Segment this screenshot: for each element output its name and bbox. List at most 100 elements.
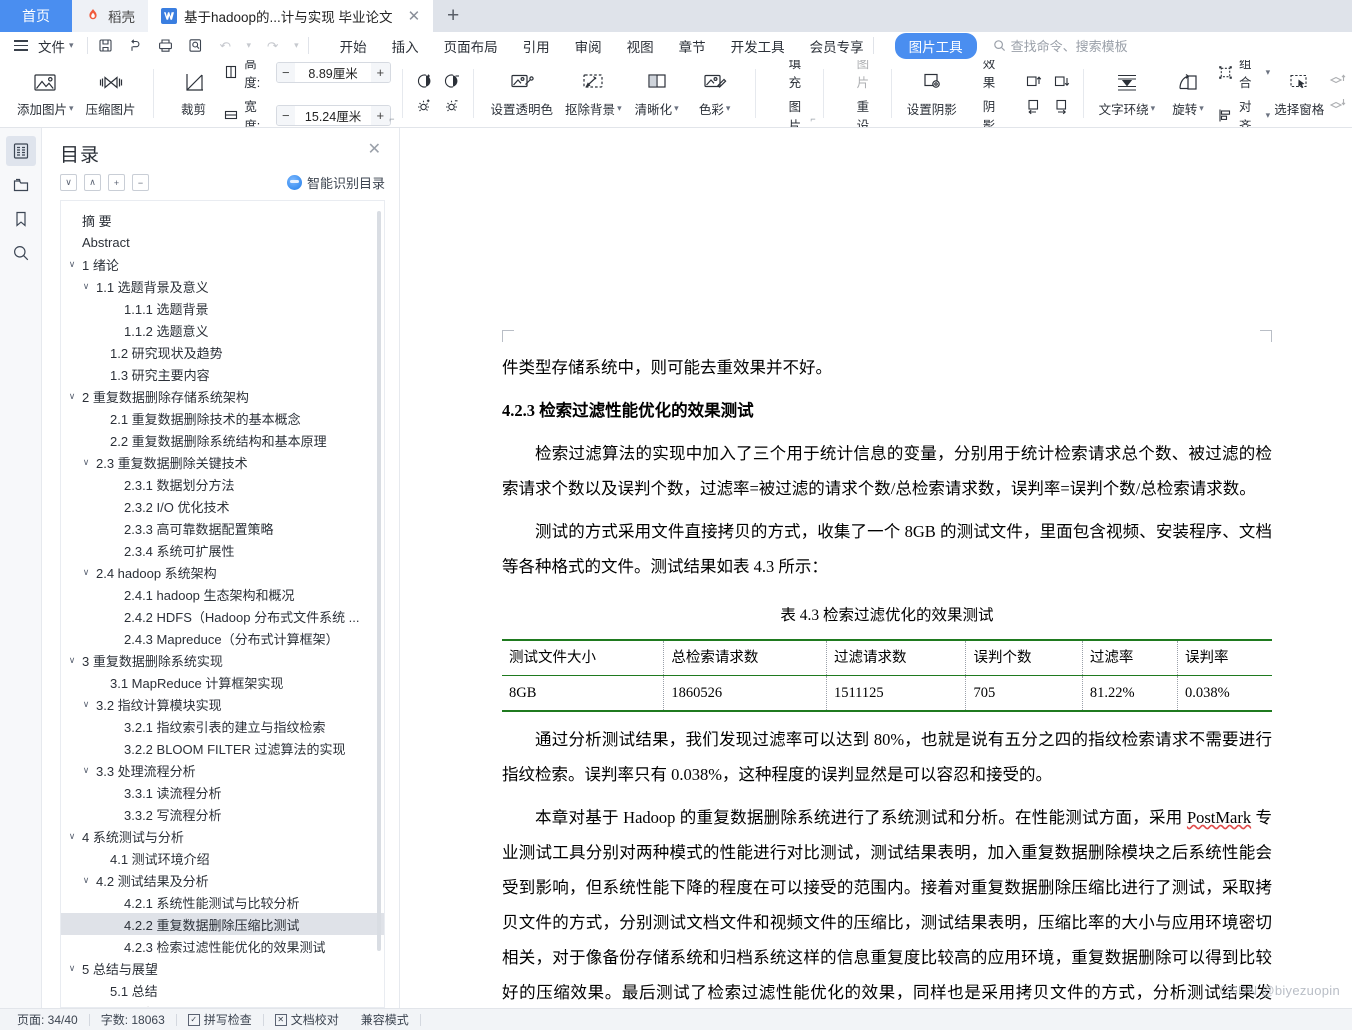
chevron-down-icon[interactable]: ∨ — [79, 457, 93, 468]
picture-outline-button[interactable]: 图片轮廓 ▾ — [767, 96, 812, 127]
height-stepper[interactable]: − 8.89厘米 + — [275, 61, 391, 83]
toc-item[interactable]: 摘 要 — [61, 209, 384, 231]
ribbon-tab-picture-tools[interactable]: 图片工具 — [894, 32, 977, 59]
expand-all-icon[interactable]: + — [108, 174, 125, 191]
print-preview-icon[interactable] — [187, 37, 204, 54]
reset-picture-button[interactable]: 重设图片 ▾ — [835, 96, 880, 127]
bring-forward-icon[interactable] — [1328, 73, 1347, 91]
close-icon[interactable]: ✕ — [364, 140, 385, 160]
toc-item[interactable]: 2.2 重复数据删除系统结构和基本原理 — [61, 429, 384, 451]
send-backward-icon[interactable] — [1328, 96, 1347, 114]
print-icon[interactable] — [157, 37, 174, 54]
tab-home[interactable]: 首页 — [0, 0, 72, 32]
text-wrap-button[interactable]: 文字环绕 ▾ — [1095, 63, 1159, 125]
expand-down-icon[interactable]: ∨ — [60, 174, 77, 191]
document-area[interactable]: 件类型存储系统中，则可能去重效果并不好。 4.2.3 检索过滤性能优化的效果测试… — [400, 128, 1352, 1008]
compatibility-mode[interactable]: 兼容模式 — [350, 1011, 420, 1028]
toc-item[interactable]: 3.3.1 读流程分析 — [61, 781, 384, 803]
toc-item[interactable]: 1.1.1 选题背景 — [61, 297, 384, 319]
ribbon-tab-insert[interactable]: 插入 — [392, 36, 419, 56]
chevron-down-icon[interactable]: ∨ — [65, 963, 79, 974]
chevron-down-icon[interactable]: ∨ — [65, 391, 79, 402]
rotate-object-button[interactable]: 旋转 ▾ — [1159, 63, 1217, 125]
ribbon-tab-review[interactable]: 审阅 — [575, 36, 602, 56]
toc-item[interactable]: 1.3 研究主要内容 — [61, 363, 384, 385]
toc-item[interactable]: 4.1 测试环境介绍 — [61, 847, 384, 869]
width-stepper[interactable]: − 15.24厘米 + — [275, 104, 391, 126]
spellcheck-toggle[interactable]: ✓ 拼写检查 — [177, 1011, 263, 1028]
toc-item[interactable]: ∨ 4.2 测试结果及分析 — [61, 869, 384, 891]
toc-item[interactable]: ∨ 3.3 处理流程分析 — [61, 759, 384, 781]
undo-icon[interactable] — [217, 37, 234, 54]
toc-item[interactable]: 2.4.2 HDFS（Hadoop 分布式文件系统 ... — [61, 605, 384, 627]
toc-item[interactable]: 2.3.2 I/O 优化技术 — [61, 495, 384, 517]
toc-list[interactable]: 摘 要 Abstract ∨ 1 绪论 ∨ 1.1 选题背景及意义 1.1.1 选题背景 1.… — [60, 200, 385, 1008]
toc-item[interactable]: Abstract — [61, 231, 384, 253]
brightness-decrease-icon[interactable] — [442, 96, 462, 116]
toc-item[interactable]: 2.3.1 数据划分方法 — [61, 473, 384, 495]
collapse-all-icon[interactable]: − — [132, 174, 149, 191]
toc-item[interactable]: 4.2.3 检索过滤性能优化的效果测试 — [61, 935, 384, 957]
picture-fill-button[interactable]: 图片填充 ▾ — [767, 60, 812, 91]
toc-item[interactable]: 2.4.1 hadoop 生态架构和概况 — [61, 583, 384, 605]
width-decrement-button[interactable]: − — [276, 105, 296, 125]
toc-item[interactable]: 2.1 重复数据删除技术的基本概念 — [61, 407, 384, 429]
command-search[interactable]: 查找命令、搜索模板 — [993, 36, 1128, 55]
proofread-toggle[interactable]: ✕ 文档校对 — [264, 1011, 350, 1028]
toc-item[interactable]: ∨ 3.2 指纹计算模块实现 — [61, 693, 384, 715]
shadow-nudge-down-icon[interactable] — [1052, 71, 1072, 91]
toc-item[interactable]: 3.2.1 指纹索引表的建立与指纹检索 — [61, 715, 384, 737]
chevron-down-icon[interactable]: ∨ — [65, 655, 79, 666]
ribbon-tab-references[interactable]: 引用 — [523, 36, 550, 56]
shadow-nudge-up-icon[interactable] — [1024, 71, 1044, 91]
toc-item[interactable]: ∨ 3 重复数据删除系统实现 — [61, 649, 384, 671]
chevron-down-icon[interactable]: ∨ — [79, 765, 93, 776]
height-value[interactable]: 8.89厘米 — [295, 63, 371, 82]
toc-item[interactable]: 3.1 MapReduce 计算框架实现 — [61, 671, 384, 693]
toc-item[interactable]: 3.2.2 BLOOM FILTER 过滤算法的实现 — [61, 737, 384, 759]
redo-icon[interactable] — [264, 37, 281, 54]
ribbon-tab-view[interactable]: 视图 — [627, 36, 654, 56]
color-button[interactable]: 色彩 ▾ — [686, 63, 744, 125]
close-icon[interactable]: ✕ — [408, 9, 421, 24]
toc-item[interactable]: ∨ 2.3 重复数据删除关键技术 — [61, 451, 384, 473]
file-menu-button[interactable]: 文件 ▾ — [10, 34, 78, 58]
spellcheck-word[interactable]: PostMark — [1187, 808, 1251, 827]
chevron-down-icon[interactable]: ∨ — [65, 831, 79, 842]
rotate-icon[interactable] — [127, 37, 144, 54]
collapse-up-icon[interactable]: ∧ — [84, 174, 101, 191]
group-button[interactable]: 组合 ▾ — [1217, 60, 1270, 91]
ribbon-tab-page-layout[interactable]: 页面布局 — [444, 36, 498, 56]
sharpen-button[interactable]: 清晰化 ▾ — [628, 63, 686, 125]
toc-item[interactable]: 1.1.2 选题意义 — [61, 319, 384, 341]
toc-item[interactable]: 2.3.4 系统可扩展性 — [61, 539, 384, 561]
shadow-nudge-left-icon[interactable] — [1024, 96, 1044, 116]
ribbon-tab-start[interactable]: 开始 — [340, 36, 367, 56]
width-increment-button[interactable]: + — [371, 105, 390, 125]
tab-dochub[interactable]: 稻壳 — [72, 0, 148, 32]
toc-item[interactable]: ∨ 4 系统测试与分析 — [61, 825, 384, 847]
rail-folder-button[interactable] — [6, 170, 36, 200]
toc-item[interactable]: 4.2.1 系统性能测试与比较分析 — [61, 891, 384, 913]
new-tab-button[interactable]: + — [433, 0, 473, 32]
toc-item[interactable]: 5.1 总结 — [61, 979, 384, 1001]
replace-picture-button[interactable]: 替换图片 — [835, 60, 880, 91]
word-count[interactable]: 字数: 18063 — [90, 1011, 176, 1028]
toc-item[interactable]: 2.4.3 Mapreduce（分布式计算框架） — [61, 627, 384, 649]
remove-background-button[interactable]: 抠除背景 ▾ — [559, 63, 628, 125]
height-increment-button[interactable]: + — [371, 62, 390, 82]
add-picture-button[interactable]: 添加图片 ▾ — [11, 63, 80, 125]
rail-bookmark-button[interactable] — [6, 204, 36, 234]
crop-button[interactable]: 裁剪 — [165, 63, 223, 125]
toc-scrollbar[interactable] — [377, 211, 381, 951]
rail-search-button[interactable] — [6, 238, 36, 268]
fill-outline-group-expander-icon[interactable]: ⌐ — [810, 114, 815, 124]
toc-item[interactable]: 1.2 研究现状及趋势 — [61, 341, 384, 363]
brightness-increase-icon[interactable] — [414, 96, 434, 116]
chevron-down-icon[interactable]: ∨ — [79, 567, 93, 578]
toc-item[interactable]: 3.3.2 写流程分析 — [61, 803, 384, 825]
chevron-down-icon[interactable]: ∨ — [79, 281, 93, 292]
toc-item[interactable]: ∨ 1.1 选题背景及意义 — [61, 275, 384, 297]
undo-dropdown-icon[interactable]: ▾ — [247, 40, 252, 51]
tab-document[interactable]: 基于hadoop的...计与实现 毕业论文 ✕ — [148, 0, 434, 32]
